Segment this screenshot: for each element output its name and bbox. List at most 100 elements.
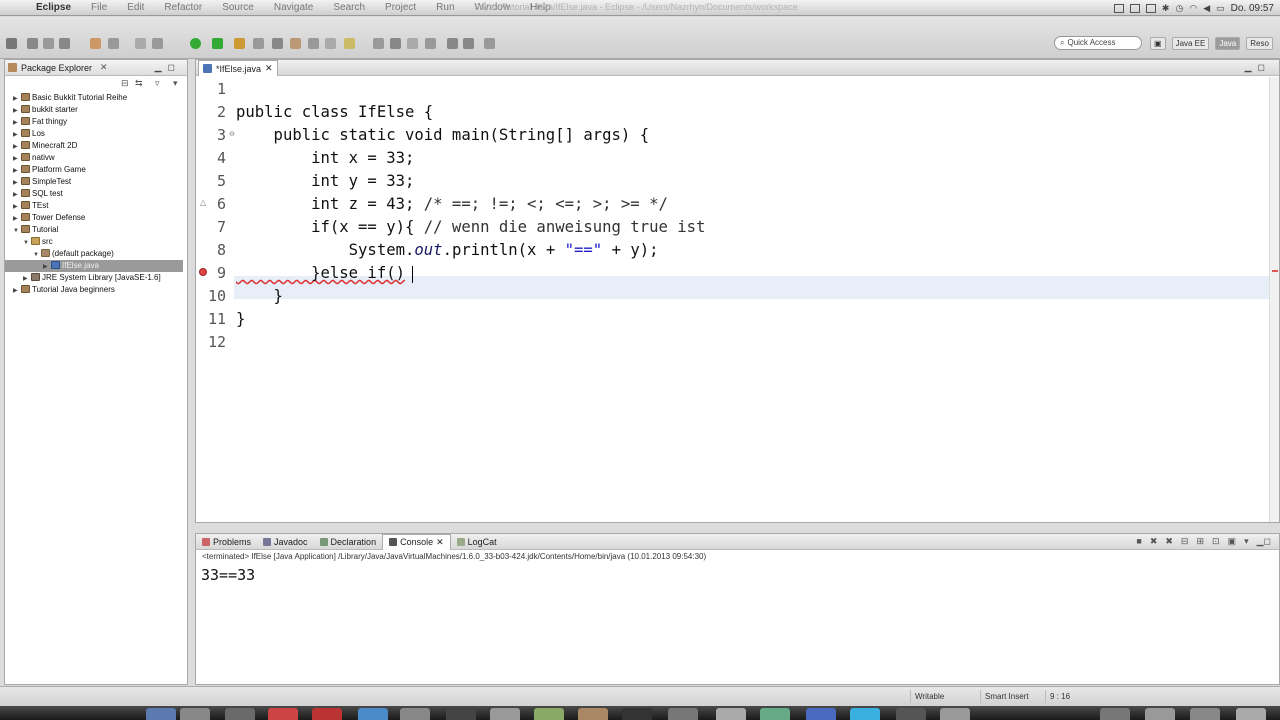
dock-app-icon[interactable] [668, 708, 698, 720]
remove-all-icon[interactable]: ✖ [1165, 536, 1173, 547]
perspective-java[interactable]: Java [1215, 36, 1241, 50]
menu-run[interactable]: Run [426, 2, 464, 13]
tree-item[interactable]: ▶ Fat thingy [5, 116, 183, 128]
tree-item[interactable]: ▶ SQL test [5, 188, 183, 200]
menu-navigate[interactable]: Navigate [264, 2, 323, 13]
toolbar-icon[interactable] [484, 38, 495, 49]
print-icon[interactable] [59, 38, 70, 49]
open-perspective-button[interactable]: ▣ [1150, 36, 1166, 50]
toolbar-icon[interactable] [108, 38, 119, 49]
dock-app-icon[interactable] [940, 708, 970, 720]
tree-item[interactable]: ▶ SimpleTest [5, 176, 183, 188]
view-menu-icon[interactable]: ▿ [155, 78, 160, 89]
dock-app-icon[interactable] [146, 708, 176, 720]
tree-item[interactable]: ▶ Los [5, 128, 183, 140]
expand-right-icon[interactable]: ▶ [13, 285, 21, 297]
tree-item[interactable]: ▶ Minecraft 2D [5, 140, 183, 152]
minimize-maximize-icon[interactable]: ▁◻ [1257, 536, 1271, 547]
tree-item[interactable]: ▶ Tower Defense [5, 212, 183, 224]
tree-item[interactable]: ▶ IfElse.java [5, 260, 183, 272]
display-console-icon[interactable]: ▣ [1228, 536, 1237, 547]
dock-app-icon[interactable] [716, 708, 746, 720]
minimize-maximize-icon[interactable]: ▁◻ [1245, 62, 1271, 73]
save-all-icon[interactable] [43, 38, 54, 49]
menu-app[interactable]: Eclipse [26, 2, 81, 13]
save-icon[interactable] [27, 38, 38, 49]
trash-icon[interactable] [1236, 708, 1266, 720]
dock-app-icon[interactable] [806, 708, 836, 720]
code-area[interactable]: 1 2 3 4 5 6 7 8 9 10 11 12 ⊖ △ public cl… [196, 77, 1269, 522]
volume-icon[interactable]: ◀ [1203, 3, 1210, 14]
dock-app-icon[interactable] [446, 708, 476, 720]
collapse-all-icon[interactable]: ⊟ [121, 78, 129, 89]
pin-console-icon[interactable]: ⊡ [1212, 536, 1220, 547]
forward-icon[interactable] [463, 38, 474, 49]
dock-app-icon[interactable] [1100, 708, 1130, 720]
dock-app-icon[interactable] [225, 708, 255, 720]
menu-file[interactable]: File [81, 2, 117, 13]
tab-javadoc[interactable]: Javadoc [257, 534, 314, 550]
tab-ifelse-java[interactable]: *IfElse.java ✕ [198, 60, 278, 76]
menu-refactor[interactable]: Refactor [154, 2, 212, 13]
tree-item[interactable]: ▼ src [5, 236, 183, 248]
toolbar-icon[interactable] [373, 38, 384, 49]
toolbar-icon[interactable] [135, 38, 146, 49]
dock-app-icon[interactable] [180, 708, 210, 720]
tree-item[interactable]: ▼ Tutorial [5, 224, 183, 236]
toolbar-icon[interactable] [234, 38, 245, 49]
toolbar-icon[interactable] [308, 38, 319, 49]
tree-item[interactable]: ▶ JRE System Library [JavaSE-1.6] [5, 272, 183, 284]
build-icon[interactable] [90, 38, 101, 49]
link-editor-icon[interactable]: ⇆ [135, 78, 143, 89]
toolbar-icon[interactable] [272, 38, 283, 49]
menu-edit[interactable]: Edit [117, 2, 154, 13]
bluetooth-icon[interactable]: ✱ [1162, 3, 1170, 14]
dock-app-icon[interactable] [622, 708, 652, 720]
tree-item[interactable]: ▶ nativw [5, 152, 183, 164]
battery-icon[interactable]: ▭ [1216, 3, 1225, 14]
menu-search[interactable]: Search [323, 2, 375, 13]
toolbar-icon[interactable] [152, 38, 163, 49]
tree-item[interactable]: ▶ TEst [5, 200, 183, 212]
toolbar-icon[interactable] [253, 38, 264, 49]
tray-icon[interactable] [1145, 3, 1156, 13]
debug-icon[interactable] [212, 38, 223, 49]
package-explorer-title[interactable]: Package Explorer [21, 63, 92, 73]
dock-app-icon[interactable] [534, 708, 564, 720]
toolbar-icon[interactable] [407, 38, 418, 49]
new-icon[interactable] [6, 38, 17, 49]
tree-item[interactable]: ▼ (default package) [5, 248, 183, 260]
error-overview-marker[interactable] [1272, 270, 1278, 272]
dock-app-icon[interactable] [268, 708, 298, 720]
dock-app-icon[interactable] [896, 708, 926, 720]
toolbar-icon[interactable] [325, 38, 336, 49]
back-icon[interactable] [447, 38, 458, 49]
wifi-icon[interactable]: ◠ [1189, 3, 1197, 14]
toolbar-icon[interactable] [425, 38, 436, 49]
view-menu-icon[interactable]: ▾ [173, 78, 178, 89]
toolbar-icon[interactable] [390, 38, 401, 49]
dock-app-icon[interactable] [760, 708, 790, 720]
tree-item[interactable]: ▶ Tutorial Java beginners [5, 284, 183, 296]
dock-app-icon[interactable] [490, 708, 520, 720]
fold-icon[interactable]: ⊖ [229, 130, 235, 138]
perspective-resource[interactable]: Reso [1246, 36, 1273, 50]
remove-launch-icon[interactable]: ✖ [1150, 536, 1158, 547]
tree-item[interactable]: ▶ bukkit starter [5, 104, 183, 116]
error-marker-icon[interactable] [199, 268, 207, 276]
tray-icon[interactable] [1113, 3, 1124, 13]
close-icon[interactable]: ✕ [265, 63, 273, 74]
run-icon[interactable] [190, 38, 201, 49]
tray-icon[interactable] [1129, 3, 1140, 13]
dock-app-icon[interactable] [850, 708, 880, 720]
minimize-maximize-icon[interactable]: ▁◻ [155, 62, 181, 73]
tab-problems[interactable]: Problems [196, 534, 257, 550]
dock-app-icon[interactable] [578, 708, 608, 720]
word-wrap-icon[interactable]: ⊞ [1196, 536, 1204, 547]
tree-item[interactable]: ▶ Basic Bukkit Tutorial Reihe [5, 92, 183, 104]
tab-logcat[interactable]: LogCat [451, 534, 503, 550]
perspective-java-ee[interactable]: Java EE [1171, 36, 1210, 50]
tab-declaration[interactable]: Declaration [314, 534, 383, 550]
console-output[interactable]: 33==33 [196, 564, 1279, 586]
dock-app-icon[interactable] [1190, 708, 1220, 720]
